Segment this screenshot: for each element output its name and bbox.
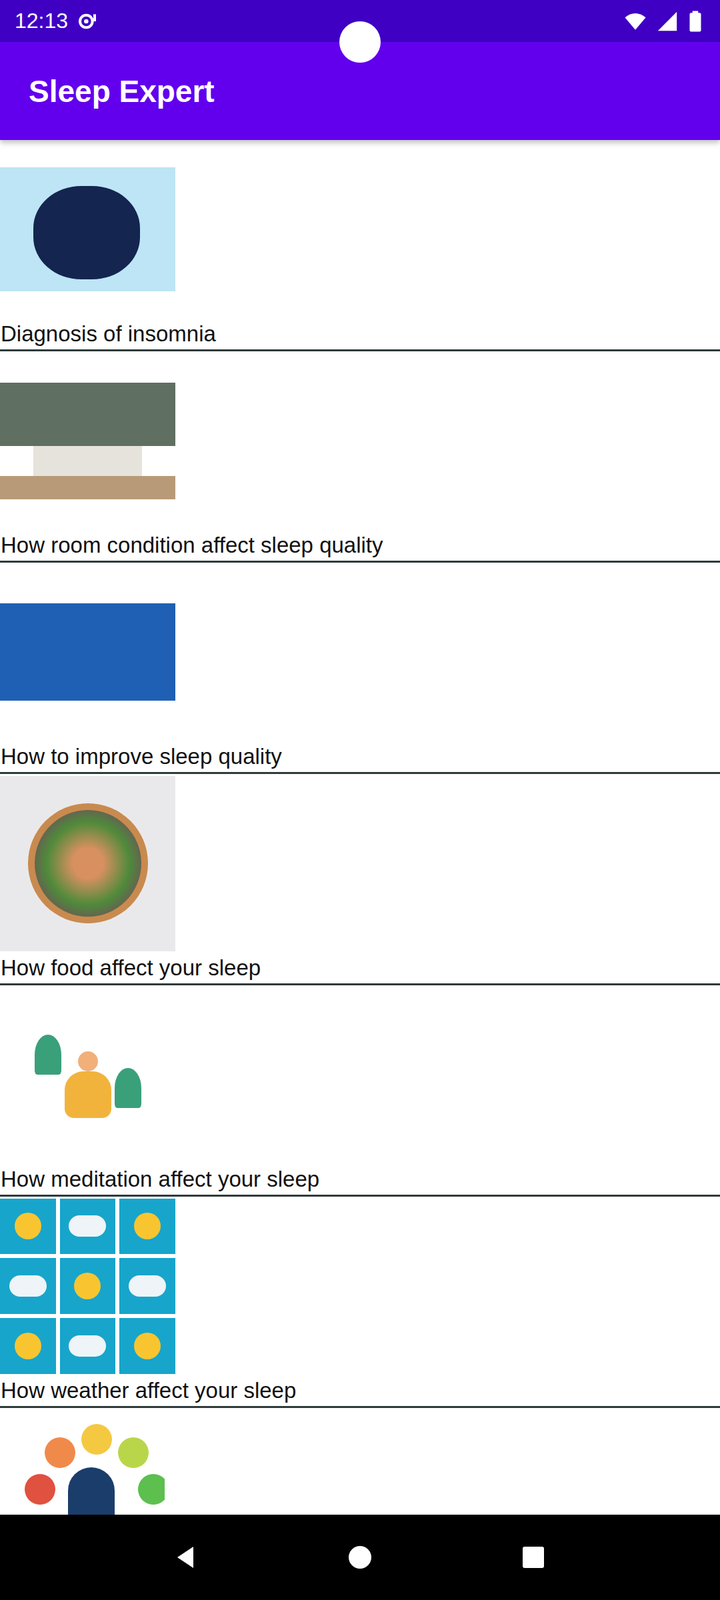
article-thumbnail [0,1196,176,1376]
thumbnail-picture [28,1014,148,1135]
recents-icon[interactable] [520,1544,547,1571]
divider [0,1406,720,1408]
camera-cutout [339,21,381,63]
thumbnail-picture [0,603,176,701]
article-title: How to improve sleep quality [0,741,720,772]
thumbnail-picture [11,1420,165,1515]
back-icon[interactable] [173,1544,200,1571]
signal-icon [656,10,679,33]
notification-icon [77,10,99,32]
article-thumbnail [0,562,176,742]
article-item[interactable]: How room condition affect sleep quality [0,351,720,563]
divider [0,349,720,352]
article-title: Diagnosis of insomnia [0,318,720,350]
thumbnail-picture [0,382,176,500]
article-thumbnail [0,140,176,319]
article-title: How room condition affect sleep quality [0,530,720,561]
status-time: 12:13 [14,8,68,34]
article-title: How weather affect your sleep [0,1375,720,1406]
home-icon[interactable] [346,1544,374,1571]
thumbnail-picture [0,167,176,292]
divider [0,1194,720,1197]
article-thumbnail [0,351,176,530]
article-thumbnail [0,1408,176,1515]
article-thumbnail [0,985,176,1164]
article-item[interactable]: How food affect your sleep [0,774,720,986]
article-item[interactable]: How meditation affect your sleep [0,985,720,1197]
battery-icon [688,10,703,33]
article-item[interactable] [0,1408,720,1515]
divider [0,560,720,563]
article-list[interactable]: Diagnosis of insomnia How room condition … [0,140,720,1515]
article-title: How food affect your sleep [0,952,720,984]
divider [0,772,720,774]
divider [0,983,720,986]
article-thumbnail [0,774,176,953]
thumbnail-picture [0,1198,176,1374]
article-item[interactable]: Diagnosis of insomnia [0,140,720,352]
wifi-icon [624,10,647,33]
navigation-bar [0,1514,720,1600]
status-bar: 12:13 [0,0,720,42]
screen: 12:13 Sleep Expert Diagnosis of insomnia Ho… [0,0,720,1600]
thumbnail-picture [0,776,176,952]
article-title: How meditation affect your sleep [0,1164,720,1195]
app-title: Sleep Expert [28,73,215,110]
article-item[interactable]: How to improve sleep quality [0,562,720,774]
article-item[interactable]: How weather affect your sleep [0,1196,720,1408]
